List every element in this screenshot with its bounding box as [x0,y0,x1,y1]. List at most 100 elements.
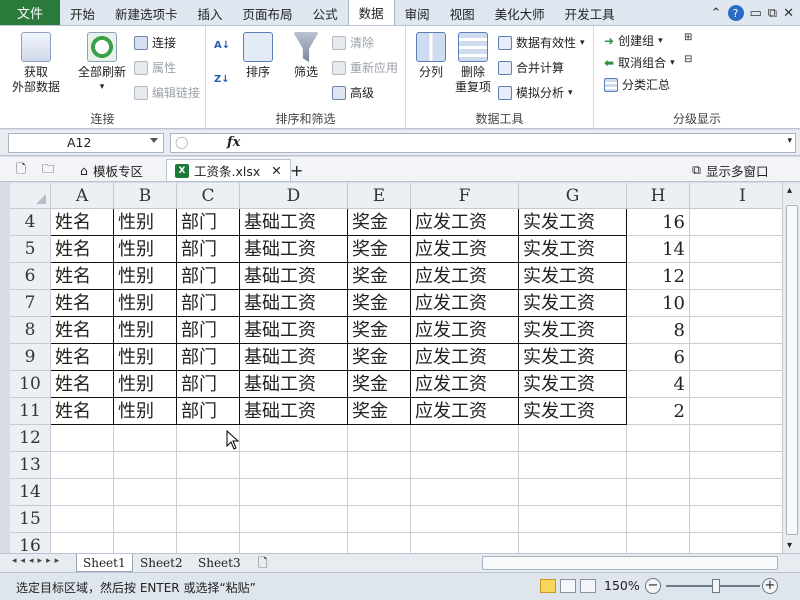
doc-tab-file[interactable]: X 工资条.xlsx ✕ [166,159,291,181]
cell-E9[interactable]: 奖金 [348,344,411,371]
cell-G14[interactable] [519,479,627,506]
cell-A15[interactable] [51,506,114,533]
cell-E7[interactable]: 奖金 [348,290,411,317]
cell-C5[interactable]: 部门 [177,236,240,263]
sheet-tab-2[interactable]: Sheet2 [134,554,189,572]
zoom-slider-thumb[interactable] [712,579,720,593]
zoom-in-button[interactable]: + [762,578,778,594]
cell-E4[interactable]: 奖金 [348,209,411,236]
row-header-7[interactable]: 7 [10,290,51,317]
row-header-4[interactable]: 4 [10,209,51,236]
cell-C7[interactable]: 部门 [177,290,240,317]
row-header-13[interactable]: 13 [10,452,51,479]
row-header-15[interactable]: 15 [10,506,51,533]
cell-F9[interactable]: 应发工资 [411,344,519,371]
cell-A8[interactable]: 姓名 [51,317,114,344]
row-header-16[interactable]: 16 [10,533,51,553]
cell-H12[interactable] [627,425,690,452]
minimize-ribbon-icon[interactable]: ⌃ [711,6,722,21]
data-validation-button[interactable]: 数据有效性 ▾ [498,34,585,51]
menu-tab-4[interactable]: 公式 [303,1,348,25]
cell-I15[interactable] [690,506,782,533]
ungroup-button[interactable]: ⬅ 取消组合 ▾ [604,54,675,71]
cell-G13[interactable] [519,452,627,479]
edit-links-button[interactable]: 编辑链接 [134,84,200,101]
cell-H7[interactable]: 10 [627,290,690,317]
row-header-9[interactable]: 9 [10,344,51,371]
cell-E13[interactable] [348,452,411,479]
cell-B4[interactable]: 性别 [114,209,177,236]
cell-I9[interactable] [690,344,782,371]
sheet-tab-1[interactable]: Sheet1 [76,554,133,572]
cell-A10[interactable]: 姓名 [51,371,114,398]
cell-I7[interactable] [690,290,782,317]
menu-tab-2[interactable]: 插入 [188,1,233,25]
column-header-I[interactable]: I [690,183,782,209]
cell-G9[interactable]: 实发工资 [519,344,627,371]
cell-E6[interactable]: 奖金 [348,263,411,290]
column-header-A[interactable]: A [51,183,114,209]
row-header-8[interactable]: 8 [10,317,51,344]
open-folder-icon[interactable]: 🗀 [34,159,63,181]
spreadsheet-grid[interactable]: A B C D E F G H I 4 姓名 性别 部门 基础工资 奖金 应发工资 实发工资 16 5 姓名 性别 部门基… [10,183,782,553]
cell-E12[interactable] [348,425,411,452]
sort-az-button[interactable]: A↓ [214,40,230,51]
group-button[interactable]: ➜ 创建组 ▾ [604,32,663,49]
cell-D12[interactable] [240,425,348,452]
cell-H16[interactable] [627,533,690,553]
menu-tab-7[interactable]: 视图 [440,1,485,25]
cell-G10[interactable]: 实发工资 [519,371,627,398]
filter-button[interactable]: 筛选 [286,32,326,80]
cell-D14[interactable] [240,479,348,506]
cell-B11[interactable]: 性别 [114,398,177,425]
cell-D13[interactable] [240,452,348,479]
cell-I8[interactable] [690,317,782,344]
cell-G5[interactable]: 实发工资 [519,236,627,263]
cell-H4[interactable]: 16 [627,209,690,236]
cell-D15[interactable] [240,506,348,533]
cell-C8[interactable]: 部门 [177,317,240,344]
cell-B15[interactable] [114,506,177,533]
column-header-G[interactable]: G [519,183,627,209]
insert-sheet-icon[interactable]: 🗋 [252,554,274,572]
menu-tab-1[interactable]: 新建选项卡 [105,1,188,25]
cell-I10[interactable] [690,371,782,398]
minimize-icon[interactable]: ▭ [750,6,762,21]
menu-tab-0[interactable]: 开始 [60,1,105,25]
text-to-columns-button[interactable]: 分列 [412,32,450,80]
cell-C11[interactable]: 部门 [177,398,240,425]
sheet-tab-3[interactable]: Sheet3 [192,554,247,572]
cell-F14[interactable] [411,479,519,506]
cell-H13[interactable] [627,452,690,479]
column-header-F[interactable]: F [411,183,519,209]
menu-tab-3[interactable]: 页面布局 [233,1,303,25]
hide-detail-icon[interactable]: ⊟ [684,54,692,65]
cell-B16[interactable] [114,533,177,553]
cell-D7[interactable]: 基础工资 [240,290,348,317]
new-file-icon[interactable]: 🗋 [8,159,34,181]
row-header-12[interactable]: 12 [10,425,51,452]
help-icon[interactable]: ? [727,5,744,21]
cell-A14[interactable] [51,479,114,506]
cell-C6[interactable]: 部门 [177,263,240,290]
chevron-down-icon[interactable]: ▾ [787,136,792,146]
cell-G6[interactable]: 实发工资 [519,263,627,290]
cell-A12[interactable] [51,425,114,452]
cell-C16[interactable] [177,533,240,553]
cell-B10[interactable]: 性别 [114,371,177,398]
doc-tab-templates[interactable]: ⌂ 模板专区 [72,159,151,181]
menu-tab-8[interactable]: 美化大师 [485,1,555,25]
row-header-5[interactable]: 5 [10,236,51,263]
cell-D11[interactable]: 基础工资 [240,398,348,425]
cell-E10[interactable]: 奖金 [348,371,411,398]
cell-A6[interactable]: 姓名 [51,263,114,290]
cell-F16[interactable] [411,533,519,553]
new-tab-button[interactable]: + [282,159,311,181]
cell-G4[interactable]: 实发工资 [519,209,627,236]
cell-A13[interactable] [51,452,114,479]
cell-A16[interactable] [51,533,114,553]
column-header-B[interactable]: B [114,183,177,209]
menu-tab-6[interactable]: 审阅 [395,1,440,25]
cell-C4[interactable]: 部门 [177,209,240,236]
cell-D4[interactable]: 基础工资 [240,209,348,236]
